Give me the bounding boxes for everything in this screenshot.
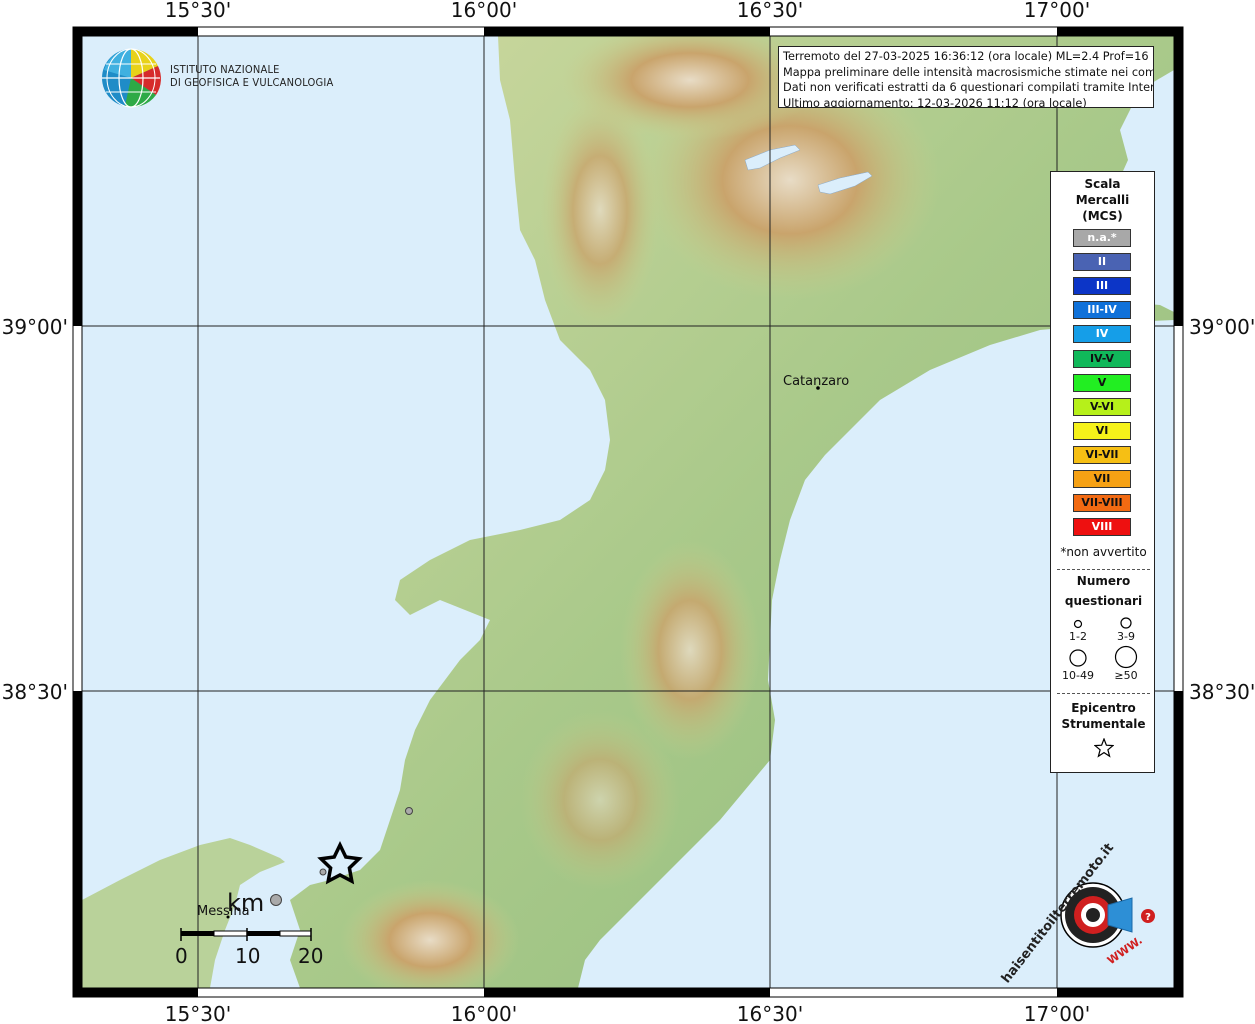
epicenter-title-line1: Epicentro bbox=[1071, 701, 1136, 715]
legend-panel: Scala Mercalli (MCS) n.a.* II III III-IV IV I… bbox=[1050, 171, 1155, 773]
lon-tick-top: 17°00' bbox=[1024, 0, 1090, 22]
observation-point[interactable] bbox=[405, 807, 413, 815]
lat-tick-right: 39°00' bbox=[1189, 315, 1255, 339]
ingv-logo-icon bbox=[102, 48, 161, 108]
legend-swatch: VII-VIII bbox=[1073, 494, 1131, 513]
questionnaire-title-line1: Numero bbox=[1076, 574, 1131, 588]
scale-unit-label: km bbox=[227, 889, 265, 917]
scale-tick-label: 10 bbox=[235, 944, 261, 968]
lat-tick-right: 38°30' bbox=[1189, 680, 1255, 704]
scale-tick-label: 20 bbox=[298, 944, 324, 968]
lon-tick-bottom: 15°30' bbox=[165, 1002, 231, 1024]
legend-title-line2: Mercalli bbox=[1075, 193, 1130, 207]
ingv-logo-text: ISTITUTO NAZIONALE DI GEOFISICA E VULCAN… bbox=[170, 63, 333, 89]
size-label: ≥50 bbox=[1114, 669, 1138, 682]
event-info-box: Terremoto del 27-03-2025 16:36:12 (ora l… bbox=[778, 46, 1154, 108]
lon-tick-top: 16°30' bbox=[737, 0, 803, 22]
logo-line2: DI GEOFISICA E VULCANOLOGIA bbox=[170, 76, 334, 89]
city-label-catanzaro: Catanzaro bbox=[783, 374, 850, 389]
legend-separator bbox=[1057, 693, 1150, 694]
lat-tick-left: 38°30' bbox=[2, 680, 68, 704]
size-circle-1-2 bbox=[1073, 619, 1083, 629]
epicenter-title-line2: Strumentale bbox=[1061, 717, 1146, 731]
legend-swatch: VI-VII bbox=[1073, 445, 1131, 464]
size-label: 10-49 bbox=[1062, 669, 1094, 682]
coastal-range bbox=[540, 90, 660, 330]
size-label: 1-2 bbox=[1069, 630, 1087, 643]
size-circle-50 bbox=[1114, 645, 1138, 669]
questionnaire-title-line2: questionari bbox=[1064, 594, 1143, 608]
lon-tick-bottom: 16°30' bbox=[737, 1002, 803, 1024]
lon-tick-top: 15°30' bbox=[165, 0, 231, 22]
legend-swatch: VIII bbox=[1073, 518, 1131, 537]
svg-text:?: ? bbox=[1145, 912, 1151, 923]
event-info-line1: Terremoto del 27-03-2025 16:36:12 (ora l… bbox=[783, 50, 1154, 63]
lon-tick-bottom: 17°00' bbox=[1024, 1002, 1090, 1024]
observation-point[interactable] bbox=[270, 894, 282, 906]
observation-point[interactable] bbox=[319, 868, 327, 876]
event-info-line4: Ultimo aggiornamento: 12-03-2026 11:12 (… bbox=[783, 96, 1087, 108]
scale-tick-label: 0 bbox=[175, 944, 188, 968]
central-hills bbox=[520, 710, 680, 890]
legend-swatch: IV-V bbox=[1073, 349, 1131, 368]
size-circle-3-9 bbox=[1120, 617, 1132, 629]
legend-title-line3: (MCS) bbox=[1082, 209, 1123, 223]
size-circle-10-49 bbox=[1069, 649, 1087, 667]
legend-swatch: n.a.* bbox=[1073, 229, 1131, 247]
legend-swatch: IV bbox=[1073, 325, 1131, 344]
event-info-line3: Dati non verificati estratti da 6 questi… bbox=[783, 81, 1154, 94]
legend-title-line1: Scala bbox=[1084, 177, 1121, 191]
legend-swatch: VI bbox=[1073, 421, 1131, 440]
legend-swatch: V bbox=[1073, 373, 1131, 392]
lat-tick-left: 39°00' bbox=[2, 315, 68, 339]
legend-swatch: III bbox=[1073, 277, 1131, 296]
legend-star-icon bbox=[1094, 738, 1114, 758]
legend-swatch: VII bbox=[1073, 470, 1131, 488]
aspromonte-mountains bbox=[340, 880, 520, 988]
event-info-line2: Mappa preliminare delle intensità macros… bbox=[783, 65, 1154, 79]
legend-swatch: III-IV bbox=[1073, 301, 1131, 320]
lon-tick-bottom: 16°00' bbox=[451, 1002, 517, 1024]
legend-note: *non avvertito bbox=[1060, 545, 1147, 559]
legend-title: Scala Mercalli (MCS) bbox=[1051, 176, 1154, 224]
legend-swatch: II bbox=[1073, 253, 1131, 272]
logo-line1: ISTITUTO NAZIONALE bbox=[170, 63, 280, 76]
legend-separator bbox=[1057, 569, 1150, 570]
lon-tick-top: 16°00' bbox=[451, 0, 517, 22]
size-label: 3-9 bbox=[1117, 630, 1135, 643]
legend-swatch: V-VI bbox=[1073, 397, 1131, 416]
